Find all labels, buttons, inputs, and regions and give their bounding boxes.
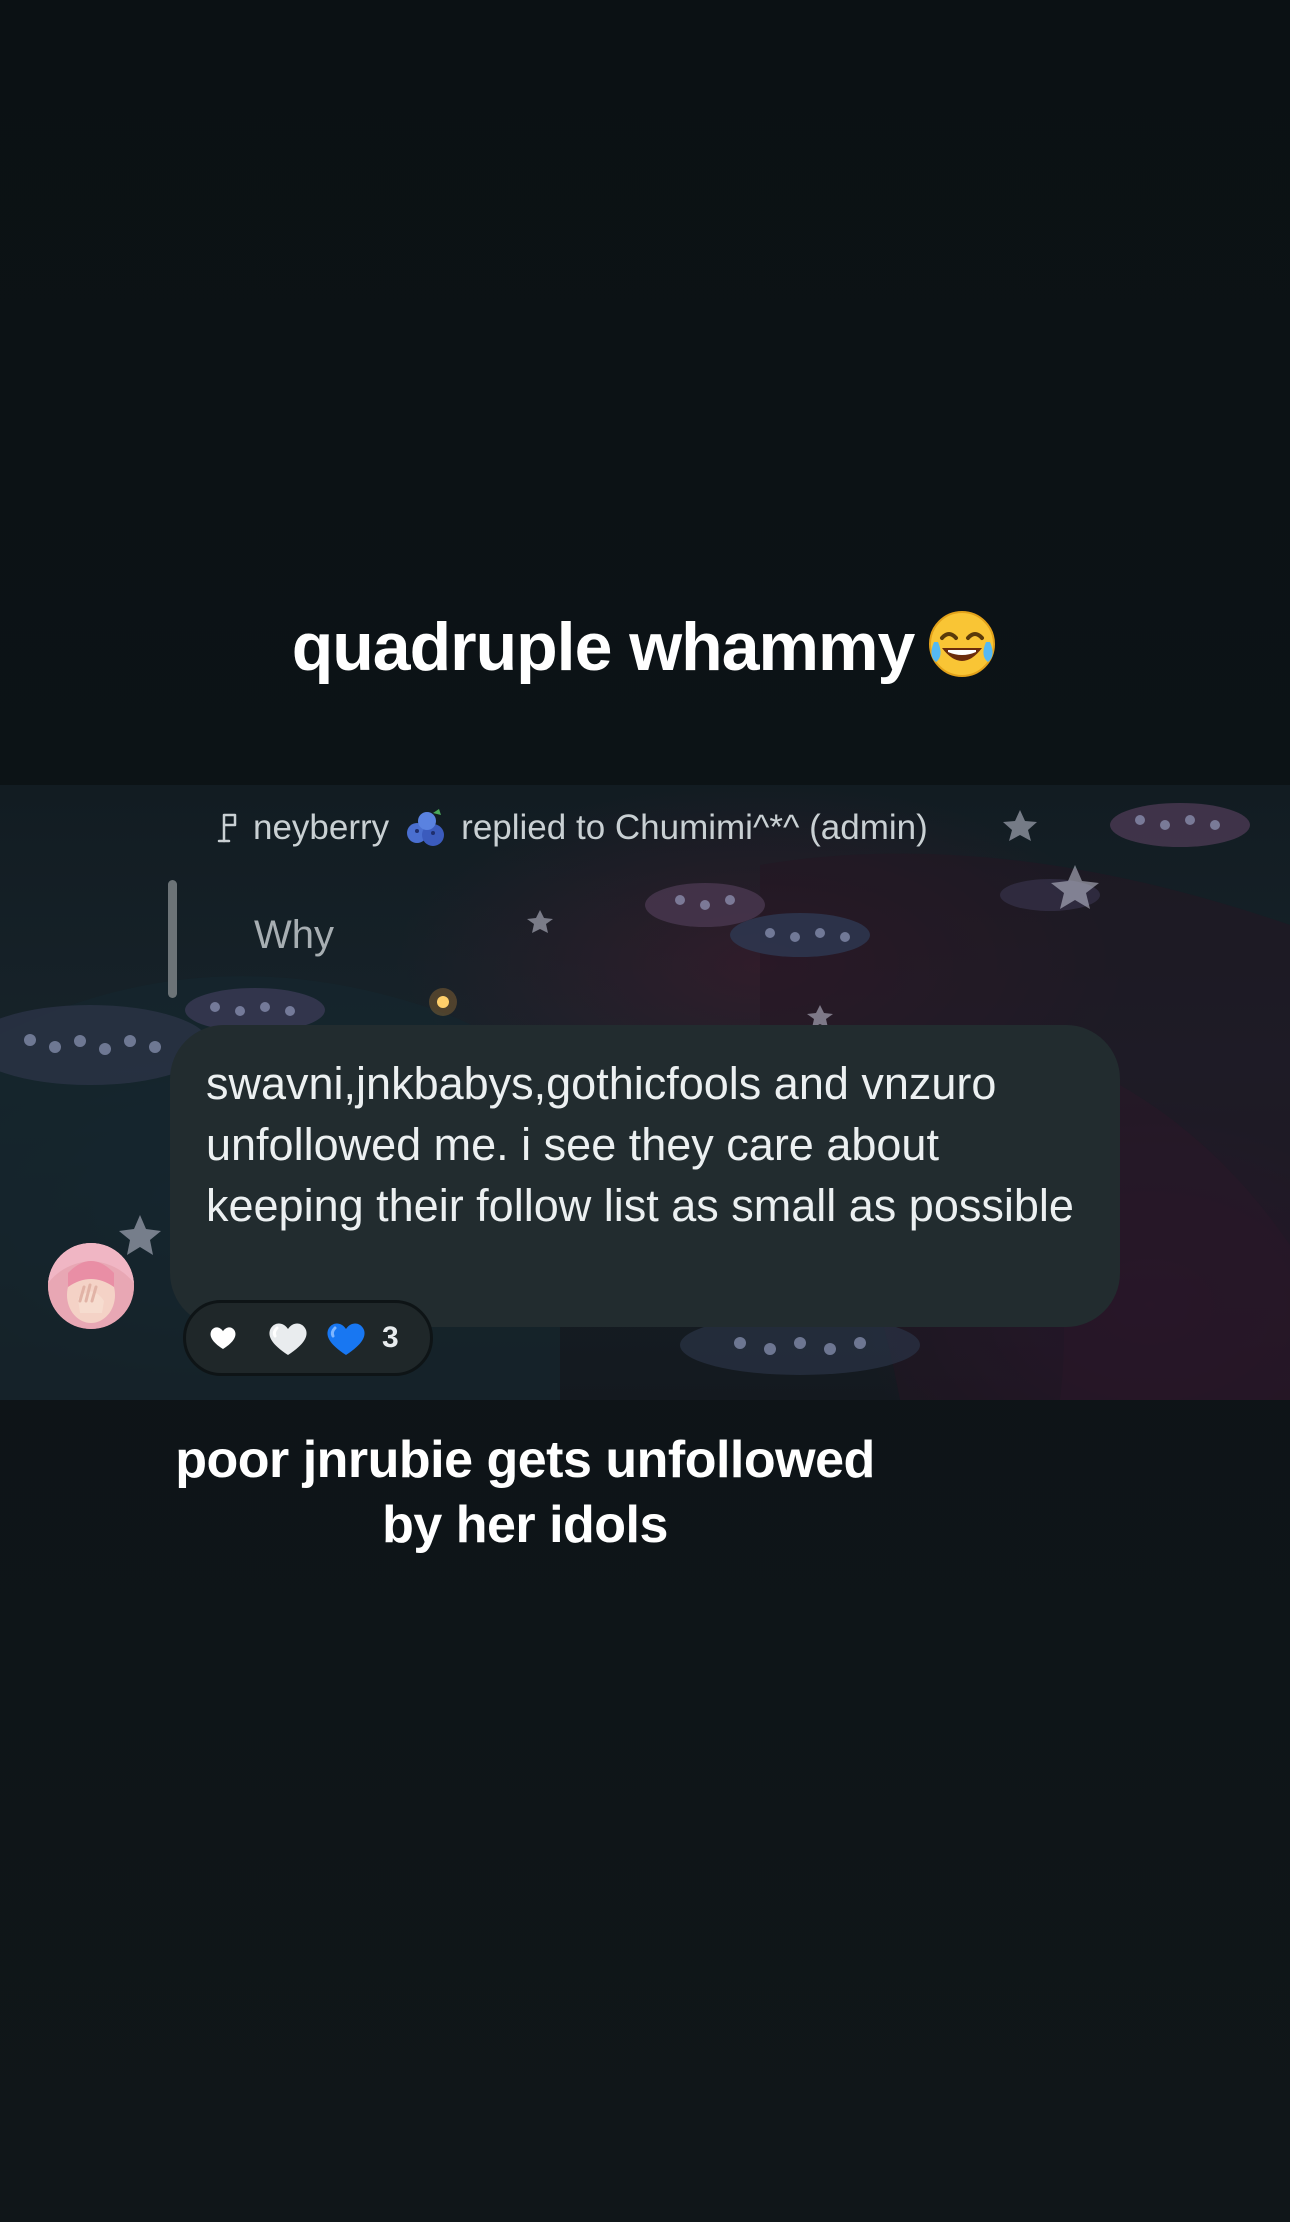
reply-arrow-icon — [217, 813, 237, 843]
chat-screenshot: neyberry replied to Chumimi^*^ (admin) W… — [0, 785, 1290, 1400]
bottom-caption-line-1: poor jnrubie gets unfollowed — [175, 1431, 875, 1489]
author-name[interactable]: neyberry — [253, 808, 389, 848]
reactions-pill[interactable]: 3 — [183, 1300, 433, 1376]
avatar[interactable] — [48, 1243, 134, 1329]
face-with-tears-of-joy-icon — [929, 611, 996, 677]
message-text: swavni,jnkbabys,gothicfools and vnzuro u… — [206, 1058, 1074, 1231]
quoted-message[interactable]: Why — [254, 913, 334, 958]
quote-bar — [168, 880, 177, 998]
message-bubble[interactable]: swavni,jnkbabys,gothicfools and vnzuro u… — [170, 1025, 1120, 1327]
reply-header: neyberry replied to Chumimi^*^ (admin) — [215, 803, 928, 853]
bottom-caption-line-2: by her idols — [382, 1496, 668, 1554]
reaction-count: 3 — [382, 1321, 399, 1354]
avatar-image — [48, 1243, 134, 1329]
blueberries-icon — [407, 809, 445, 846]
blue-heart-icon — [327, 1323, 365, 1355]
reply-text: replied to Chumimi^*^ (admin) — [461, 808, 928, 847]
top-caption: quadruple whammy — [0, 608, 1290, 686]
white-heart-icon — [269, 1323, 307, 1355]
top-caption-text: quadruple whammy — [291, 609, 916, 685]
white-heart-icon — [210, 1327, 236, 1350]
bottom-caption: poor jnrubie gets unfollowed by her idol… — [0, 1428, 1050, 1558]
